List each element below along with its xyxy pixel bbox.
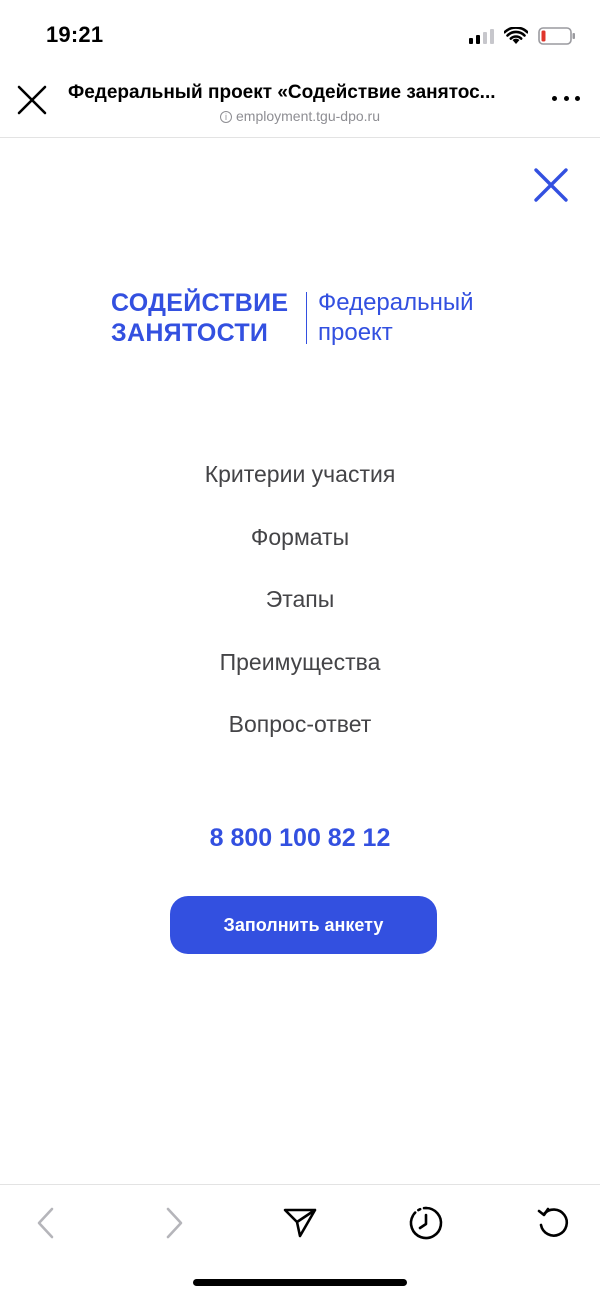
browser-header: Федеральный проект «Содействие занятос..… [0,70,600,138]
logo-line-2: ЗАНЯТОСТИ [111,319,269,347]
page-title: Федеральный проект «Содействие занятос..… [68,82,496,103]
more-icon[interactable] [552,96,580,104]
cellular-signal-icon [469,28,494,44]
menu-item-formats[interactable]: Форматы [0,515,600,578]
menu-item-faq[interactable]: Вопрос-ответ [0,702,600,765]
status-bar: 19:21 [0,0,600,70]
logo-subtitle: Федеральный проект [318,288,518,348]
logo-line-1: СОДЕЙСТВИЕ [111,289,289,317]
browser-toolbar [0,1184,600,1297]
battery-low-icon [538,27,575,45]
fill-form-button[interactable]: Заполнить анкету [170,896,437,954]
logo-subtitle-line-2: проект [318,319,393,346]
wifi-icon [504,27,528,44]
share-icon[interactable] [280,1203,320,1243]
info-icon: i [220,111,233,123]
menu-close-icon[interactable] [532,166,570,204]
menu-item-criteria[interactable]: Критерии участия [0,452,600,515]
menu-item-advantages[interactable]: Преимущества [0,640,600,703]
home-indicator [193,1279,407,1286]
url-display[interactable]: i employment.tgu-dpo.ru [0,108,600,124]
logo-subtitle-line-1: Федеральный [318,289,474,316]
phone-link[interactable]: 8 800 100 82 12 [0,824,600,853]
history-icon[interactable] [406,1203,446,1243]
status-icons [469,24,576,48]
logo-wordmark: СОДЕЙСТВИЕ ЗАНЯТОСТИ [111,288,311,348]
url-text: employment.tgu-dpo.ru [236,108,380,124]
back-icon[interactable] [26,1203,66,1243]
menu-item-stages[interactable]: Этапы [0,577,600,640]
status-time: 19:21 [46,22,104,47]
logo-divider [306,292,307,344]
main-menu: Критерии участия Форматы Этапы Преимущес… [0,452,600,765]
reload-icon[interactable] [534,1203,574,1243]
forward-icon[interactable] [154,1203,194,1243]
